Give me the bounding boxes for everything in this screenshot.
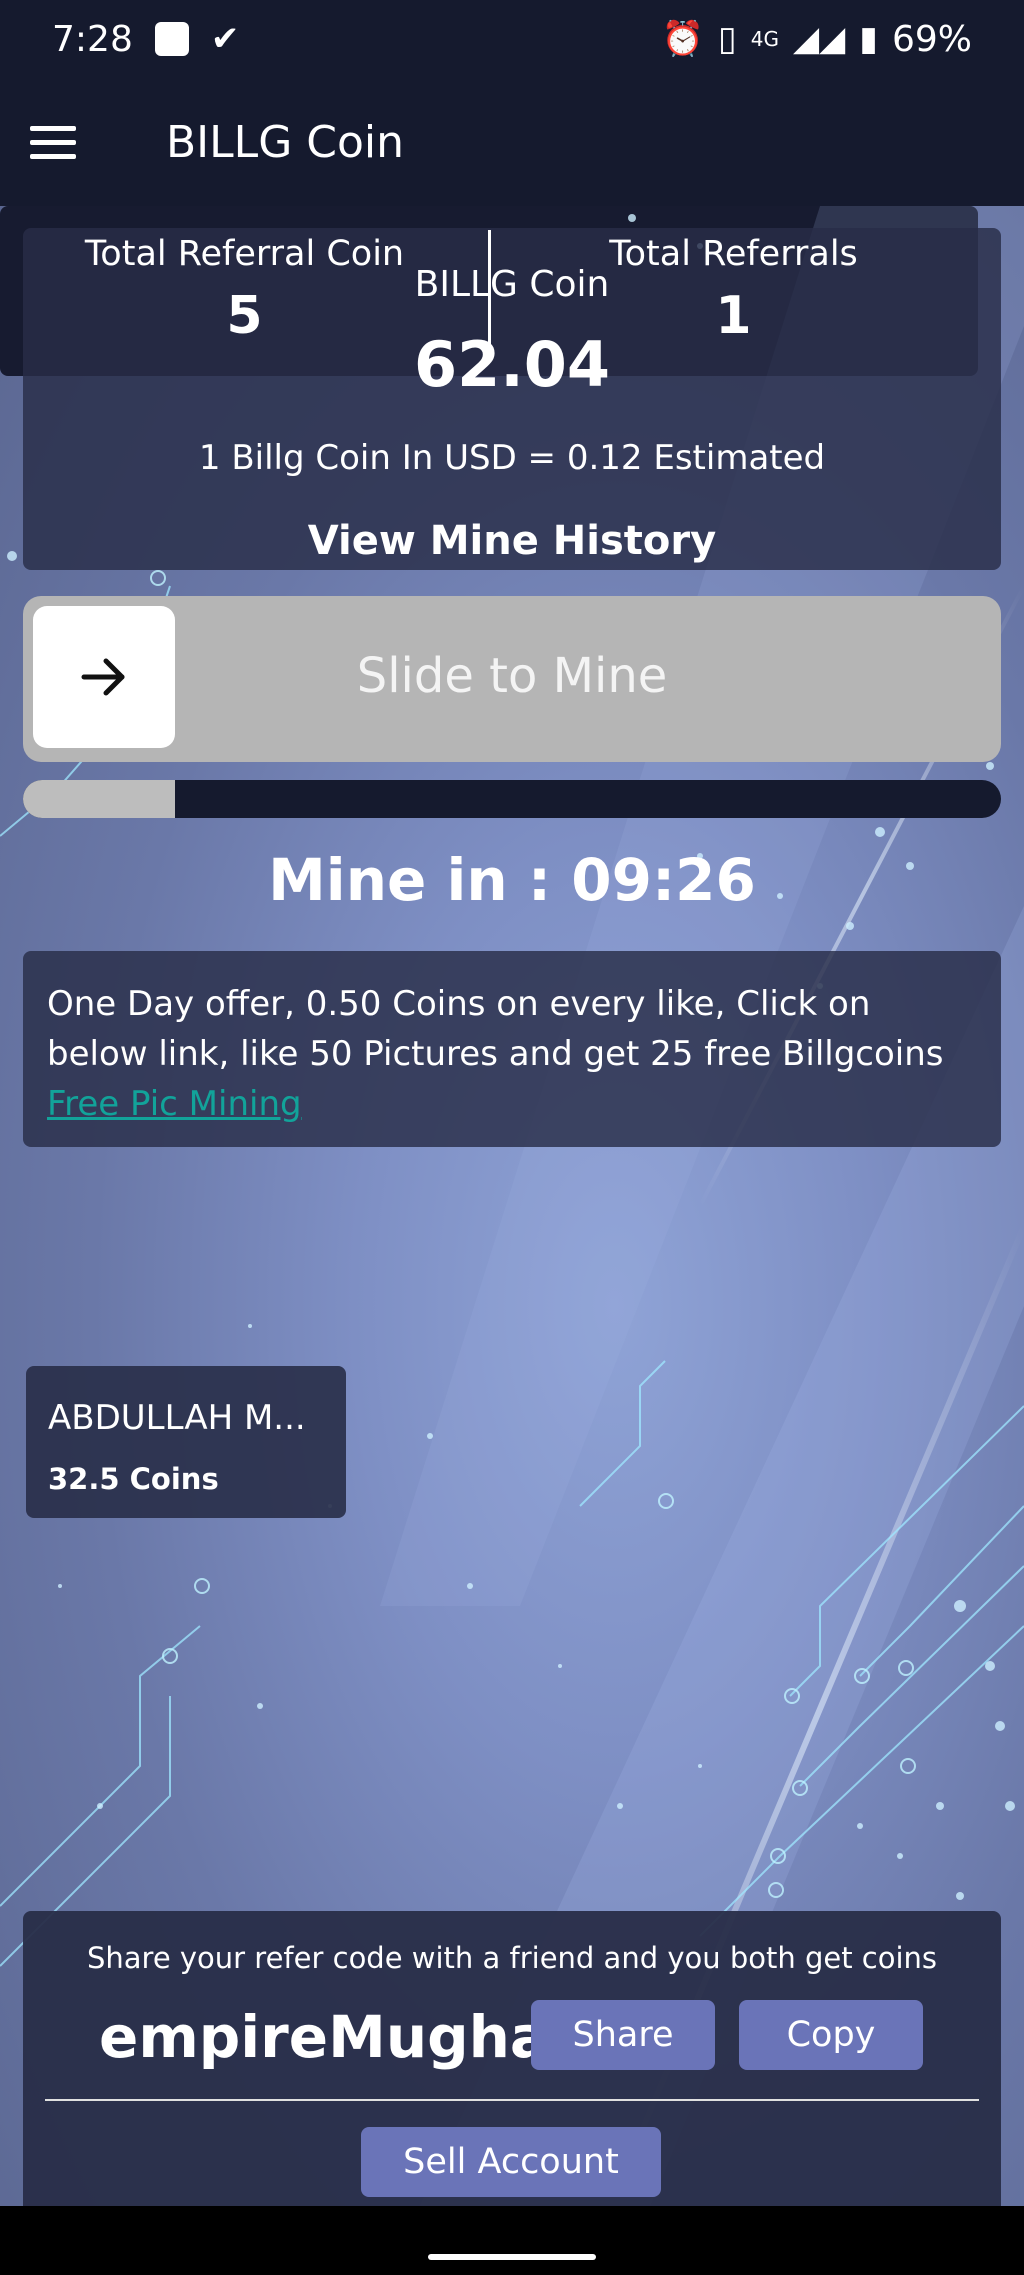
view-mine-history-link[interactable]: View Mine History (23, 518, 1001, 564)
slide-to-mine-slider[interactable]: Slide to Mine (23, 596, 1001, 762)
total-referrals-value: 1 (715, 286, 752, 346)
total-referral-coin-label: Total Referral Coin (84, 234, 405, 274)
status-bar: 7:28 ✔ ⏰ ▯ 4G ◢◢ ▮ 69% (0, 0, 1024, 78)
offer-text: One Day offer, 0.50 Coins on every like,… (47, 984, 944, 1074)
alarm-icon: ⏰ (661, 19, 705, 59)
progress-fill (23, 780, 175, 818)
total-referral-coin-value: 5 (226, 286, 263, 346)
share-divider (45, 2099, 979, 2101)
signal-icon: ◢◢ (792, 19, 846, 59)
app-screen: 7:28 ✔ ⏰ ▯ 4G ◢◢ ▮ 69% BILLG Coin BILLG … (0, 0, 1024, 2275)
arrow-right-icon (81, 658, 125, 696)
share-button[interactable]: Share (531, 2000, 715, 2070)
network-type: 4G (750, 27, 779, 51)
referral-coins: 32.5 Coins (48, 1462, 219, 1496)
offer-card: One Day offer, 0.50 Coins on every like,… (23, 951, 1001, 1147)
home-gesture-handle[interactable] (428, 2254, 596, 2260)
refer-code: empireMughal (99, 2003, 569, 2071)
battery-icon: ▮ (859, 19, 878, 59)
mining-progress-bar (23, 780, 1001, 818)
notification-icon (154, 22, 189, 56)
app-title: BILLG Coin (166, 116, 405, 168)
system-nav-bar (0, 2206, 1024, 2275)
hamburger-menu-icon[interactable] (30, 110, 94, 174)
referral-stats-card: Total Referral Coin 5 Total Referrals 1 (0, 206, 978, 376)
referral-name: ABDULLAH M... (48, 1398, 306, 1438)
status-time: 7:28 (52, 18, 133, 60)
share-card: Share your refer code with a friend and … (23, 1911, 1001, 2206)
copy-button[interactable]: Copy (739, 2000, 923, 2070)
slider-handle[interactable] (33, 606, 175, 748)
referral-list-item[interactable]: ABDULLAH M... 32.5 Coins (26, 1366, 346, 1518)
share-description: Share your refer code with a friend and … (86, 1941, 938, 1975)
main-content: BILLG Coin 62.04 1 Billg Coin In USD = 0… (0, 206, 1024, 2206)
total-referrals-label: Total Referrals (609, 234, 858, 274)
mine-countdown: Mine in : 09:26 (268, 846, 756, 914)
checkmark-icon: ✔ (210, 19, 240, 59)
app-bar: BILLG Coin (0, 78, 1024, 206)
free-pic-mining-link[interactable]: Free Pic Mining (47, 1084, 302, 1124)
total-referral-coin: Total Referral Coin 5 (0, 206, 489, 376)
coin-usd-rate: 1 Billg Coin In USD = 0.12 Estimated (198, 438, 826, 478)
sell-account-button[interactable]: Sell Account (361, 2127, 661, 2197)
vibrate-icon: ▯ (718, 19, 737, 59)
total-referrals: Total Referrals 1 (489, 206, 978, 376)
battery-level: 69% (891, 18, 972, 60)
